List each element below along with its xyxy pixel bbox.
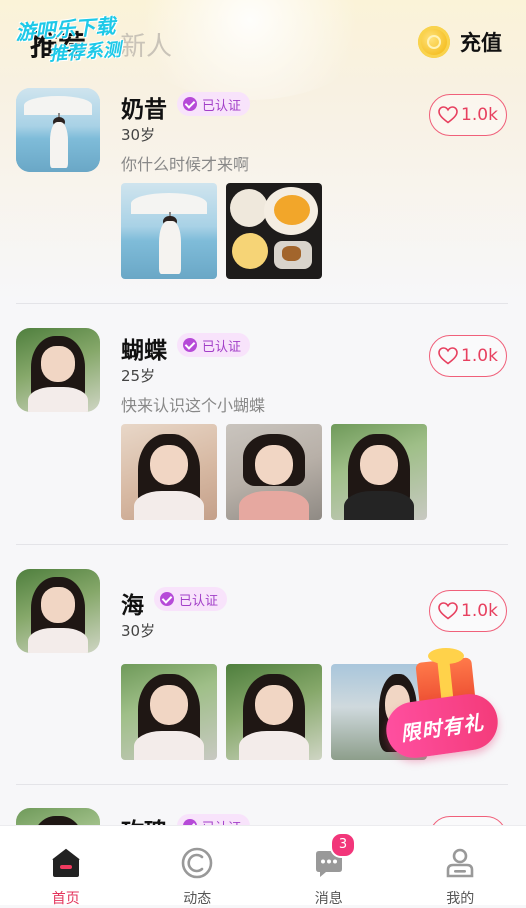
avatar[interactable] [16,88,100,172]
user-name: 蝴蝶 [121,331,167,365]
profile-icon [443,846,477,880]
photo-thumbnail[interactable] [121,424,217,520]
verified-check-icon [183,338,197,352]
divider [16,303,508,304]
user-age: 25岁 [121,365,155,386]
photo-row [121,424,436,520]
home-icon [49,846,83,880]
gift-bow [428,648,464,664]
photo-thumbnail[interactable] [226,424,322,520]
bottom-tab-bar: 首页 动态 消息 我的 [0,825,526,905]
like-button[interactable]: 1.0k [429,335,507,377]
photo-thumbnail[interactable] [226,183,322,279]
heart-icon [438,347,458,365]
like-button[interactable]: 1.0k [429,94,507,136]
user-age: 30岁 [121,124,155,145]
recharge-label: 充值 [460,27,502,57]
heart-icon [438,602,458,620]
verified-badge: 已认证 [177,92,250,116]
avatar[interactable] [16,328,100,412]
tab-profile-label: 我的 [395,888,526,908]
tab-moments[interactable]: 动态 [132,826,264,905]
tab-home[interactable]: 首页 [0,826,132,905]
divider [16,544,508,545]
avatar[interactable] [16,569,100,653]
user-name: 奶昔 [121,90,167,124]
like-button[interactable]: 1.0k [429,590,507,632]
verified-check-icon [160,592,174,606]
tab-home-label: 首页 [0,888,132,908]
verified-badge: 已认证 [154,587,227,611]
gift-banner: 限时有礼 [383,690,502,761]
user-age: 30岁 [121,620,155,641]
tab-profile[interactable]: 我的 [395,826,526,905]
gift-promo-button[interactable]: 限时有礼 [384,648,504,768]
user-bio: 快来认识这个小蝴蝶 [121,392,265,416]
moments-icon [180,846,214,880]
watermark-line2: 推荐系测 [48,35,122,66]
gift-label: 限时有礼 [398,706,485,746]
photo-thumbnail[interactable] [121,183,217,279]
divider [16,784,508,785]
message-count-badge: 3 [330,832,356,858]
photo-thumbnail[interactable] [121,664,217,760]
tab-messages[interactable]: 消息 [263,826,395,905]
tab-messages-label: 消息 [263,888,395,908]
verified-check-icon [183,97,197,111]
user-bio: 你什么时候才来啊 [121,151,249,175]
recharge-button[interactable]: 充值 [418,26,502,58]
tab-moments-label: 动态 [132,888,264,908]
like-count: 1.0k [461,346,498,366]
heart-icon [438,106,458,124]
photo-row [121,183,331,279]
watermark-logo: 游吧乐下载 推荐系测 [6,5,160,71]
photo-thumbnail[interactable] [226,664,322,760]
like-count: 1.0k [461,105,498,125]
verified-badge: 已认证 [177,333,250,357]
like-count: 1.0k [461,601,498,621]
header: 推荐 新人 游吧乐下载 推荐系测 充值 [0,0,526,84]
user-name: 海 [121,586,144,620]
photo-thumbnail[interactable] [331,424,427,520]
coin-icon [418,26,450,58]
